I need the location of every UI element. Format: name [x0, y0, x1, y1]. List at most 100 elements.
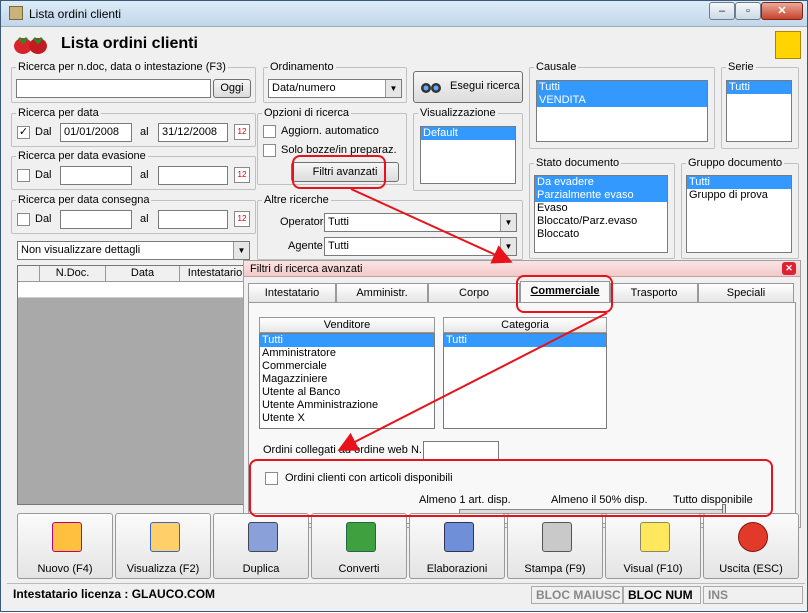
list-item[interactable]: Da evadere: [535, 176, 667, 189]
slider-label-max: Tutto disponibile: [673, 494, 753, 506]
search-text-input[interactable]: [16, 79, 211, 98]
maximize-button[interactable]: ▫: [735, 2, 761, 20]
al-label: al: [140, 169, 149, 181]
list-item[interactable]: Tutti: [687, 176, 791, 189]
auto-update-checkbox[interactable]: [263, 125, 276, 138]
duplicate-button[interactable]: Duplica: [213, 513, 309, 579]
table-row[interactable]: [18, 282, 248, 298]
title-bar: Lista ordini clienti – ▫ ✕: [1, 1, 807, 27]
advanced-panel-header: Filtri di ricerca avanzati ✕: [244, 261, 800, 277]
column-header[interactable]: N.Doc.: [40, 266, 106, 282]
only-drafts-checkbox[interactable]: [263, 144, 276, 157]
list-item[interactable]: Tutti: [727, 81, 791, 94]
page-header: Lista ordini clienti: [7, 31, 803, 59]
calendar-icon[interactable]: 12: [234, 124, 250, 140]
stato-list[interactable]: Da evadere Parzialmente evaso Evaso Bloc…: [534, 175, 668, 253]
evasion-from-input[interactable]: [60, 166, 132, 185]
list-item[interactable]: VENDITA: [537, 94, 707, 107]
available-articles-checkbox[interactable]: [265, 472, 278, 485]
causale-list[interactable]: Tutti VENDITA: [536, 80, 708, 142]
date-to-input[interactable]: 31/12/2008: [158, 123, 228, 142]
list-item[interactable]: Tutti: [260, 334, 434, 347]
duplicate-icon: [248, 522, 278, 552]
column-header[interactable]: Intestatario: [180, 266, 250, 282]
date-search-checkbox[interactable]: ✓: [17, 126, 30, 139]
venditore-list[interactable]: Tutti Amministratore Commerciale Magazzi…: [259, 333, 435, 429]
stato-group: Stato documento Da evadere Parzialmente …: [529, 157, 675, 259]
view-button[interactable]: Visualizza (F2): [115, 513, 211, 579]
delivery-from-input[interactable]: [60, 210, 132, 229]
visual-button[interactable]: Visual (F10): [605, 513, 701, 579]
processing-button[interactable]: Elaborazioni: [409, 513, 505, 579]
slider-label-mid: Almeno il 50% disp.: [551, 494, 648, 506]
orders-grid[interactable]: N.Doc. Data Intestatario: [17, 265, 249, 505]
list-item[interactable]: Utente X: [260, 412, 434, 425]
calendar-icon[interactable]: 12: [234, 211, 250, 227]
column-header[interactable]: Data: [106, 266, 180, 282]
display-list[interactable]: Default: [420, 126, 516, 184]
al-label: al: [140, 213, 149, 225]
list-item[interactable]: Gruppo di prova: [687, 189, 791, 202]
convert-icon: [346, 522, 376, 552]
list-item[interactable]: Commerciale: [260, 360, 434, 373]
list-item[interactable]: Parzialmente evaso: [535, 189, 667, 202]
list-item[interactable]: Utente al Banco: [260, 386, 434, 399]
advanced-panel-title: Filtri di ricerca avanzati: [250, 263, 363, 275]
exit-button-label: Uscita (ESC): [719, 563, 783, 575]
web-order-input[interactable]: [423, 441, 499, 460]
advanced-tabs: Intestatario Amministr. Corpo Commercial…: [248, 281, 796, 303]
new-button[interactable]: Nuovo (F4): [17, 513, 113, 579]
details-combo[interactable]: Non visualizzare dettagli ▼: [17, 241, 250, 260]
dal-label: Dal: [35, 213, 52, 225]
minimize-button[interactable]: –: [709, 2, 735, 20]
caps-lock-status: BLOC MAIUSC: [531, 586, 623, 604]
users-icon[interactable]: [775, 31, 801, 59]
list-item[interactable]: Magazziniere: [260, 373, 434, 386]
display-group: Visualizzazione Default: [413, 107, 523, 191]
commerciale-tab-body: Venditore Tutti Amministratore Commercia…: [248, 302, 796, 524]
serie-list[interactable]: Tutti: [726, 80, 792, 142]
delivery-to-input[interactable]: [158, 210, 228, 229]
print-button[interactable]: Stampa (F9): [507, 513, 603, 579]
list-item[interactable]: Tutti: [537, 81, 707, 94]
grid-corner: [18, 266, 40, 282]
gruppo-list[interactable]: Tutti Gruppo di prova: [686, 175, 792, 253]
date-search-legend: Ricerca per data: [16, 107, 101, 119]
serie-legend: Serie: [726, 61, 756, 73]
exit-button[interactable]: Uscita (ESC): [703, 513, 799, 579]
tab-trasporto[interactable]: Trasporto: [610, 283, 698, 303]
delivery-date-checkbox[interactable]: [17, 213, 30, 226]
today-button[interactable]: Oggi: [213, 79, 251, 98]
list-item[interactable]: Tutti: [444, 334, 606, 347]
tab-commerciale[interactable]: Commerciale: [520, 281, 610, 303]
date-from-input[interactable]: 01/01/2008: [60, 123, 132, 142]
list-item[interactable]: Default: [421, 127, 515, 140]
list-item[interactable]: Bloccato/Parz.evaso: [535, 215, 667, 228]
list-item[interactable]: Amministratore: [260, 347, 434, 360]
available-articles-label: Ordini clienti con articoli disponibili: [285, 472, 453, 484]
close-icon[interactable]: ✕: [782, 262, 796, 275]
calendar-icon[interactable]: 12: [234, 167, 250, 183]
ordering-combo[interactable]: Data/numero ▼: [268, 79, 402, 98]
list-item[interactable]: Evaso: [535, 202, 667, 215]
evasion-date-checkbox[interactable]: [17, 169, 30, 182]
search-button[interactable]: Esegui ricerca: [413, 71, 523, 103]
tab-intestatario[interactable]: Intestatario: [248, 283, 336, 303]
close-button[interactable]: ✕: [761, 2, 803, 20]
convert-button[interactable]: Converti: [311, 513, 407, 579]
advanced-filters-button[interactable]: Filtri avanzati: [291, 162, 399, 182]
tab-speciali[interactable]: Speciali: [698, 283, 794, 303]
evasion-to-input[interactable]: [158, 166, 228, 185]
tab-corpo[interactable]: Corpo: [428, 283, 520, 303]
list-item[interactable]: Bloccato: [535, 228, 667, 241]
categoria-list[interactable]: Tutti: [443, 333, 607, 429]
ordering-legend: Ordinamento: [268, 61, 336, 73]
operator-combo[interactable]: Tutti ▼: [324, 213, 517, 232]
evasion-date-legend: Ricerca per data evasione: [16, 150, 148, 162]
chevron-down-icon: ▼: [233, 242, 249, 259]
status-bar: Intestatario licenza : GLAUCO.COM BLOC M…: [7, 583, 805, 605]
list-item[interactable]: Utente Amministrazione: [260, 399, 434, 412]
tab-amministr[interactable]: Amministr.: [336, 283, 428, 303]
num-lock-status: BLOC NUM: [623, 586, 701, 604]
agent-combo[interactable]: Tutti ▼: [324, 237, 517, 256]
